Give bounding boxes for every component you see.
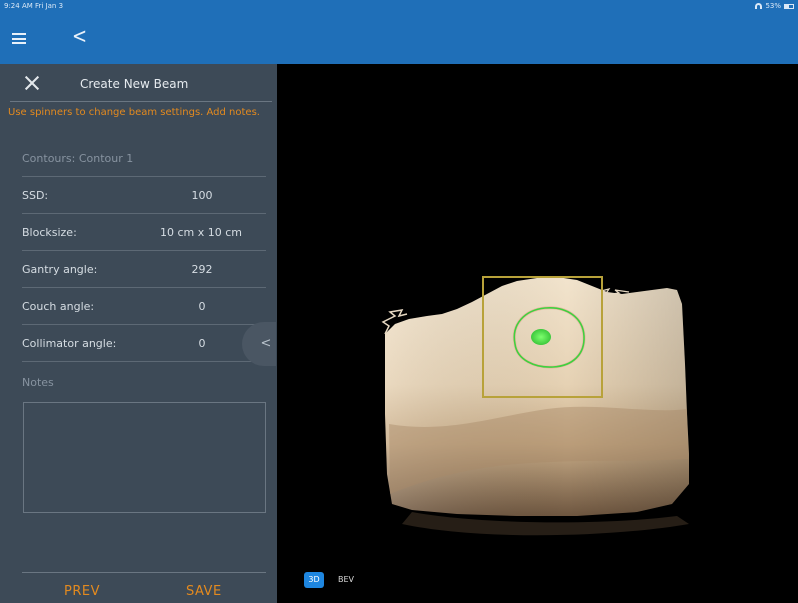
notes-textarea[interactable] (23, 402, 266, 513)
status-time: 9:24 AM Fri Jan 3 (4, 2, 64, 10)
blocksize-row[interactable]: Blocksize: 10 cm x 10 cm (22, 214, 266, 251)
view-mode-3d-button[interactable]: 3D (304, 572, 324, 588)
wifi-icon (755, 3, 763, 9)
couch-angle-spinner-value[interactable]: 0 (152, 300, 252, 313)
hamburger-menu-icon[interactable] (12, 33, 26, 44)
gantry-angle-label: Gantry angle: (22, 263, 98, 276)
panel-header: Create New Beam (0, 64, 277, 102)
collimator-angle-spinner-value[interactable]: 0 (152, 337, 252, 350)
target-region (531, 329, 551, 345)
contours-label: Contours: Contour 1 (22, 152, 134, 165)
divider (10, 101, 272, 102)
ssd-spinner-value[interactable]: 100 (152, 189, 252, 202)
3d-viewport[interactable]: 3D BEV (277, 64, 798, 603)
ssd-label: SSD: (22, 189, 49, 202)
footer-divider (22, 572, 266, 573)
patient-surface-render (381, 276, 689, 536)
panel-title: Create New Beam (80, 77, 189, 91)
status-indicators: 53% (755, 0, 794, 12)
battery-percent: 53% (765, 2, 781, 10)
save-button[interactable]: SAVE (186, 584, 222, 599)
gantry-angle-spinner-value[interactable]: 292 (152, 263, 252, 276)
blocksize-label: Blocksize: (22, 226, 77, 239)
notes-label: Notes (22, 376, 54, 389)
app-root: 9:24 AM Fri Jan 3 53% < Create New Beam … (0, 0, 798, 603)
back-chevron-icon[interactable]: < (72, 24, 87, 49)
ssd-row[interactable]: SSD: 100 (22, 177, 266, 214)
instruction-hint: Use spinners to change beam settings. Ad… (8, 107, 260, 118)
collimator-angle-row[interactable]: Collimator angle: 0 (22, 325, 266, 362)
status-bar: 9:24 AM Fri Jan 3 53% (0, 0, 798, 12)
nav-bar: < (0, 12, 798, 64)
close-icon[interactable] (24, 75, 40, 91)
couch-angle-row[interactable]: Couch angle: 0 (22, 288, 266, 325)
couch-angle-label: Couch angle: (22, 300, 95, 313)
collimator-angle-label: Collimator angle: (22, 337, 117, 350)
battery-icon (784, 3, 794, 9)
gantry-angle-row[interactable]: Gantry angle: 292 (22, 251, 266, 288)
prev-button[interactable]: PREV (64, 584, 100, 599)
contours-row[interactable]: Contours: Contour 1 (22, 140, 266, 177)
create-beam-panel: Create New Beam Use spinners to change b… (0, 64, 277, 603)
blocksize-spinner-value[interactable]: 10 cm x 10 cm (136, 226, 266, 239)
view-mode-bev-button[interactable]: BEV (338, 572, 354, 588)
body-surface (381, 277, 689, 536)
